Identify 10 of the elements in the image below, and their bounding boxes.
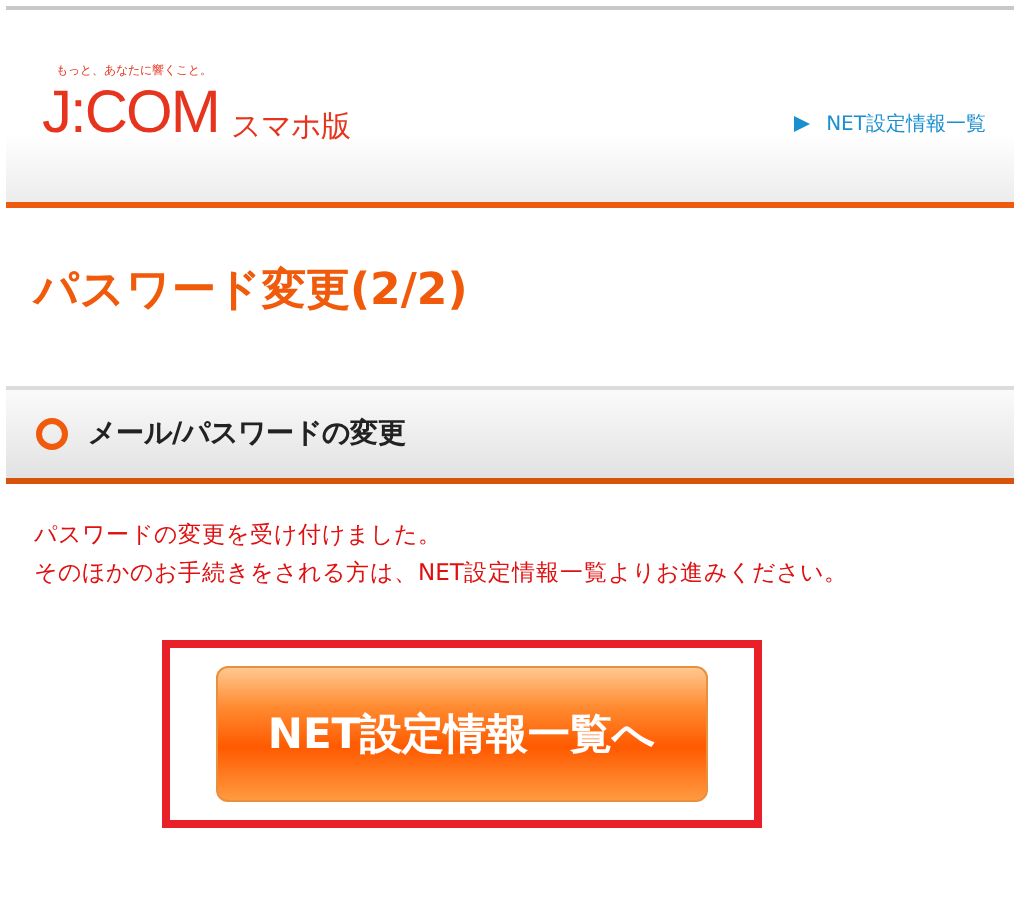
page-title: パスワード変更(2/2) <box>30 263 470 320</box>
message-text: パスワードの変更を受け付けました。 <box>34 518 444 552</box>
section-title: メール/パスワードの変更 <box>88 416 407 452</box>
logo-subtitle: スマホ版 <box>230 108 351 144</box>
message-text: そのほかのお手続きをされる方は、NET設定情報一覧よりお進みください。 <box>34 556 850 590</box>
list-button[interactable]: NET設定情報一覧へ <box>216 666 708 802</box>
logo: J:COM <box>42 84 219 144</box>
nav-link[interactable]: NET設定情報一覧 <box>826 110 986 138</box>
circle-icon <box>36 418 68 450</box>
triangle-icon <box>794 116 811 132</box>
